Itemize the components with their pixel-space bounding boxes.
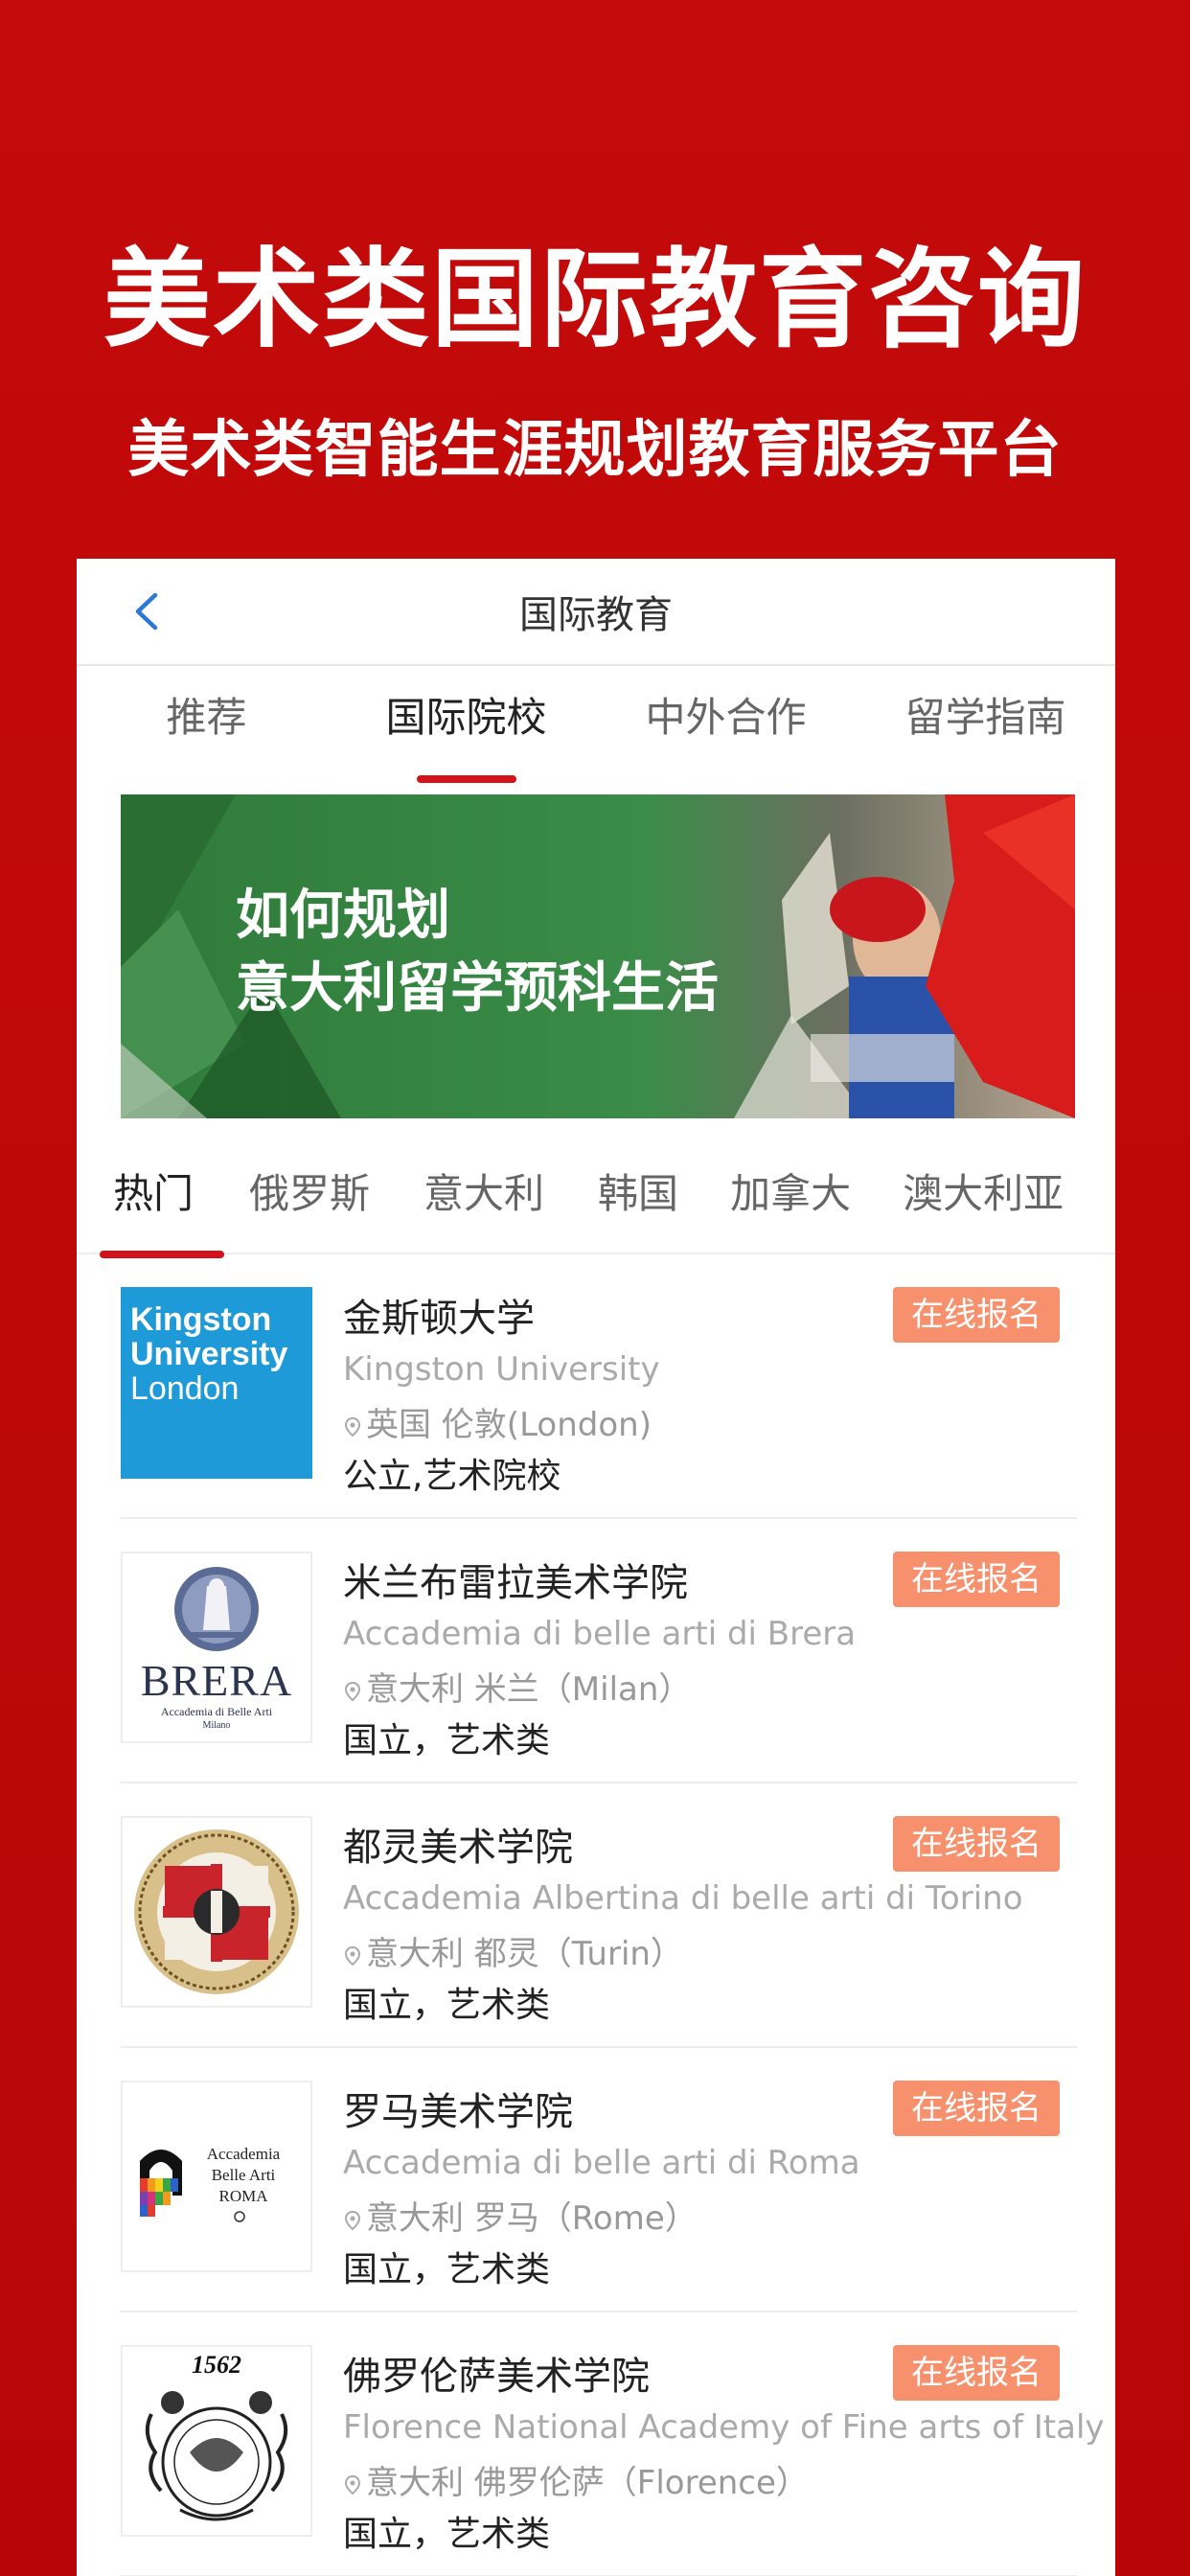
chevron-left-icon[interactable] <box>125 587 172 635</box>
firenze-logo-year: 1562 <box>192 2351 241 2379</box>
school-tags: 国立，艺术类 <box>343 1721 551 1760</box>
location-pin-icon <box>344 1945 361 1966</box>
firenze-logo: 1562 <box>121 2345 312 2537</box>
page-title: 国际教育 <box>519 593 673 637</box>
country-tab-italy[interactable]: 意大利 <box>393 1157 567 1253</box>
school-location-text: 意大利 米兰（Milan） <box>366 1670 692 1709</box>
school-english-name: Accademia di belle arti di Roma <box>343 2144 860 2182</box>
school-tags: 国立，艺术类 <box>343 1986 551 2025</box>
school-location: 英国 伦敦(London) <box>343 1398 652 1445</box>
brera-logo-text: BRERA <box>140 1656 293 1705</box>
brera-logo: BRERA Accademia di Belle Arti Milano <box>121 1552 312 1743</box>
location-pin-icon <box>344 1681 361 1701</box>
roma-logo-text: Accademia Belle Arti ROMA <box>199 2144 287 2207</box>
category-tabs: 推荐 国际院校 中外合作 留学指南 <box>77 666 1115 789</box>
country-tab-korea[interactable]: 韩国 <box>567 1157 701 1253</box>
tab-study-abroad-guide[interactable]: 留学指南 <box>856 666 1115 789</box>
kingston-logo-line3: London <box>130 1370 240 1407</box>
school-item-torino[interactable]: 都灵美术学院 Accademia Albertina di belle arti… <box>121 1783 1077 2048</box>
school-item-roma[interactable]: Accademia Belle Arti ROMA 罗马美术学院 Accadem… <box>121 2048 1077 2312</box>
banner-line-1: 如何规划 <box>236 884 450 947</box>
school-tags: 国立，艺术类 <box>343 2250 551 2289</box>
promo-subtitle: 美术类智能生涯规划教育服务平台 <box>127 415 1063 486</box>
roma-logo-line3: ROMA <box>218 2187 268 2205</box>
roma-logo-line1: Accademia <box>206 2145 281 2163</box>
enroll-online-button[interactable]: 在线报名 <box>893 2345 1060 2401</box>
school-english-name: Accademia Albertina di belle arti di Tor… <box>343 1879 1023 1918</box>
location-pin-icon <box>344 2474 361 2495</box>
school-name: 米兰布雷拉美术学院 <box>343 1561 688 1605</box>
roma-logo-line2: Belle Arti <box>211 2166 276 2184</box>
brera-logo-city: Milano <box>202 1720 231 1731</box>
country-tab-australia[interactable]: 澳大利亚 <box>874 1157 1087 1253</box>
country-tab-canada[interactable]: 加拿大 <box>701 1157 874 1253</box>
school-location-text: 意大利 罗马（Rome） <box>366 2199 698 2238</box>
location-pin-icon <box>344 2210 361 2230</box>
school-location-text: 英国 伦敦(London) <box>366 1406 652 1444</box>
torino-seal-icon <box>134 1829 299 1994</box>
tab-sino-foreign-cooperation[interactable]: 中外合作 <box>596 666 856 789</box>
school-location: 意大利 罗马（Rome） <box>343 2192 698 2239</box>
school-location-text: 意大利 都灵（Turin） <box>366 1935 683 1973</box>
navigation-bar: 国际教育 <box>77 559 1115 666</box>
school-tags: 国立，艺术类 <box>343 2515 551 2554</box>
school-name: 金斯顿大学 <box>343 1297 535 1341</box>
brera-logo-subtext: Accademia di Belle Arti <box>160 1705 273 1718</box>
tab-international-schools[interactable]: 国际院校 <box>336 666 596 789</box>
school-name: 都灵美术学院 <box>343 1826 573 1870</box>
kingston-logo-line1: Kingston <box>130 1301 272 1338</box>
school-list: Kingston University London 金斯顿大学 Kingsto… <box>77 1254 1115 2576</box>
school-item-firenze[interactable]: 1562 佛罗伦萨美术学院 Florence National Academy … <box>121 2312 1105 2576</box>
enroll-online-button[interactable]: 在线报名 <box>893 2081 1060 2136</box>
enroll-online-button[interactable]: 在线报名 <box>893 1816 1060 1872</box>
school-location: 意大利 都灵（Turin） <box>343 1927 683 1974</box>
enroll-online-button[interactable]: 在线报名 <box>893 1287 1060 1343</box>
school-location: 意大利 米兰（Milan） <box>343 1663 691 1710</box>
kingston-logo-line2: University <box>130 1336 288 1372</box>
kingston-logo-text: Kingston University London <box>123 1289 310 1406</box>
school-location: 意大利 佛罗伦萨（Florence） <box>343 2456 809 2503</box>
kingston-logo: Kingston University London <box>121 1287 312 1479</box>
tab-recommend[interactable]: 推荐 <box>77 666 336 789</box>
school-english-name: Accademia di belle arti di Brera <box>343 1615 857 1653</box>
school-item-kingston[interactable]: Kingston University London 金斯顿大学 Kingsto… <box>121 1254 1077 1519</box>
school-name: 佛罗伦萨美术学院 <box>343 2355 650 2399</box>
promo-title: 美术类国际教育咨询 <box>103 238 1087 362</box>
banner-headline: 如何规划 意大利留学预科生活 <box>236 879 719 1024</box>
country-tabs: 热门 俄罗斯 意大利 韩国 加拿大 澳大利亚 <box>77 1157 1115 1258</box>
school-english-name: Florence National Academy of Fine arts o… <box>343 2408 1105 2447</box>
location-pin-icon <box>344 1416 361 1437</box>
school-tags: 公立,艺术院校 <box>343 1457 561 1496</box>
banner-line-2: 意大利留学预科生活 <box>236 956 719 1020</box>
enroll-online-button[interactable]: 在线报名 <box>893 1552 1060 1607</box>
country-tab-hot[interactable]: 热门 <box>77 1157 225 1258</box>
promo-banner[interactable]: 如何规划 意大利留学预科生活 <box>121 794 1075 1118</box>
app-screen: 国际教育 推荐 国际院校 中外合作 留学指南 如何规划 意大利留学预科生活 热门 <box>77 559 1115 2576</box>
roma-logo: Accademia Belle Arti ROMA <box>121 2081 312 2272</box>
school-item-brera[interactable]: BRERA Accademia di Belle Arti Milano 米兰布… <box>121 1519 1077 1783</box>
country-tab-russia[interactable]: 俄罗斯 <box>217 1157 393 1253</box>
torino-seal-logo <box>121 1816 312 2008</box>
school-name: 罗马美术学院 <box>343 2090 573 2134</box>
school-location-text: 意大利 佛罗伦萨（Florence） <box>366 2464 809 2502</box>
school-english-name: Kingston University <box>343 1350 660 1389</box>
